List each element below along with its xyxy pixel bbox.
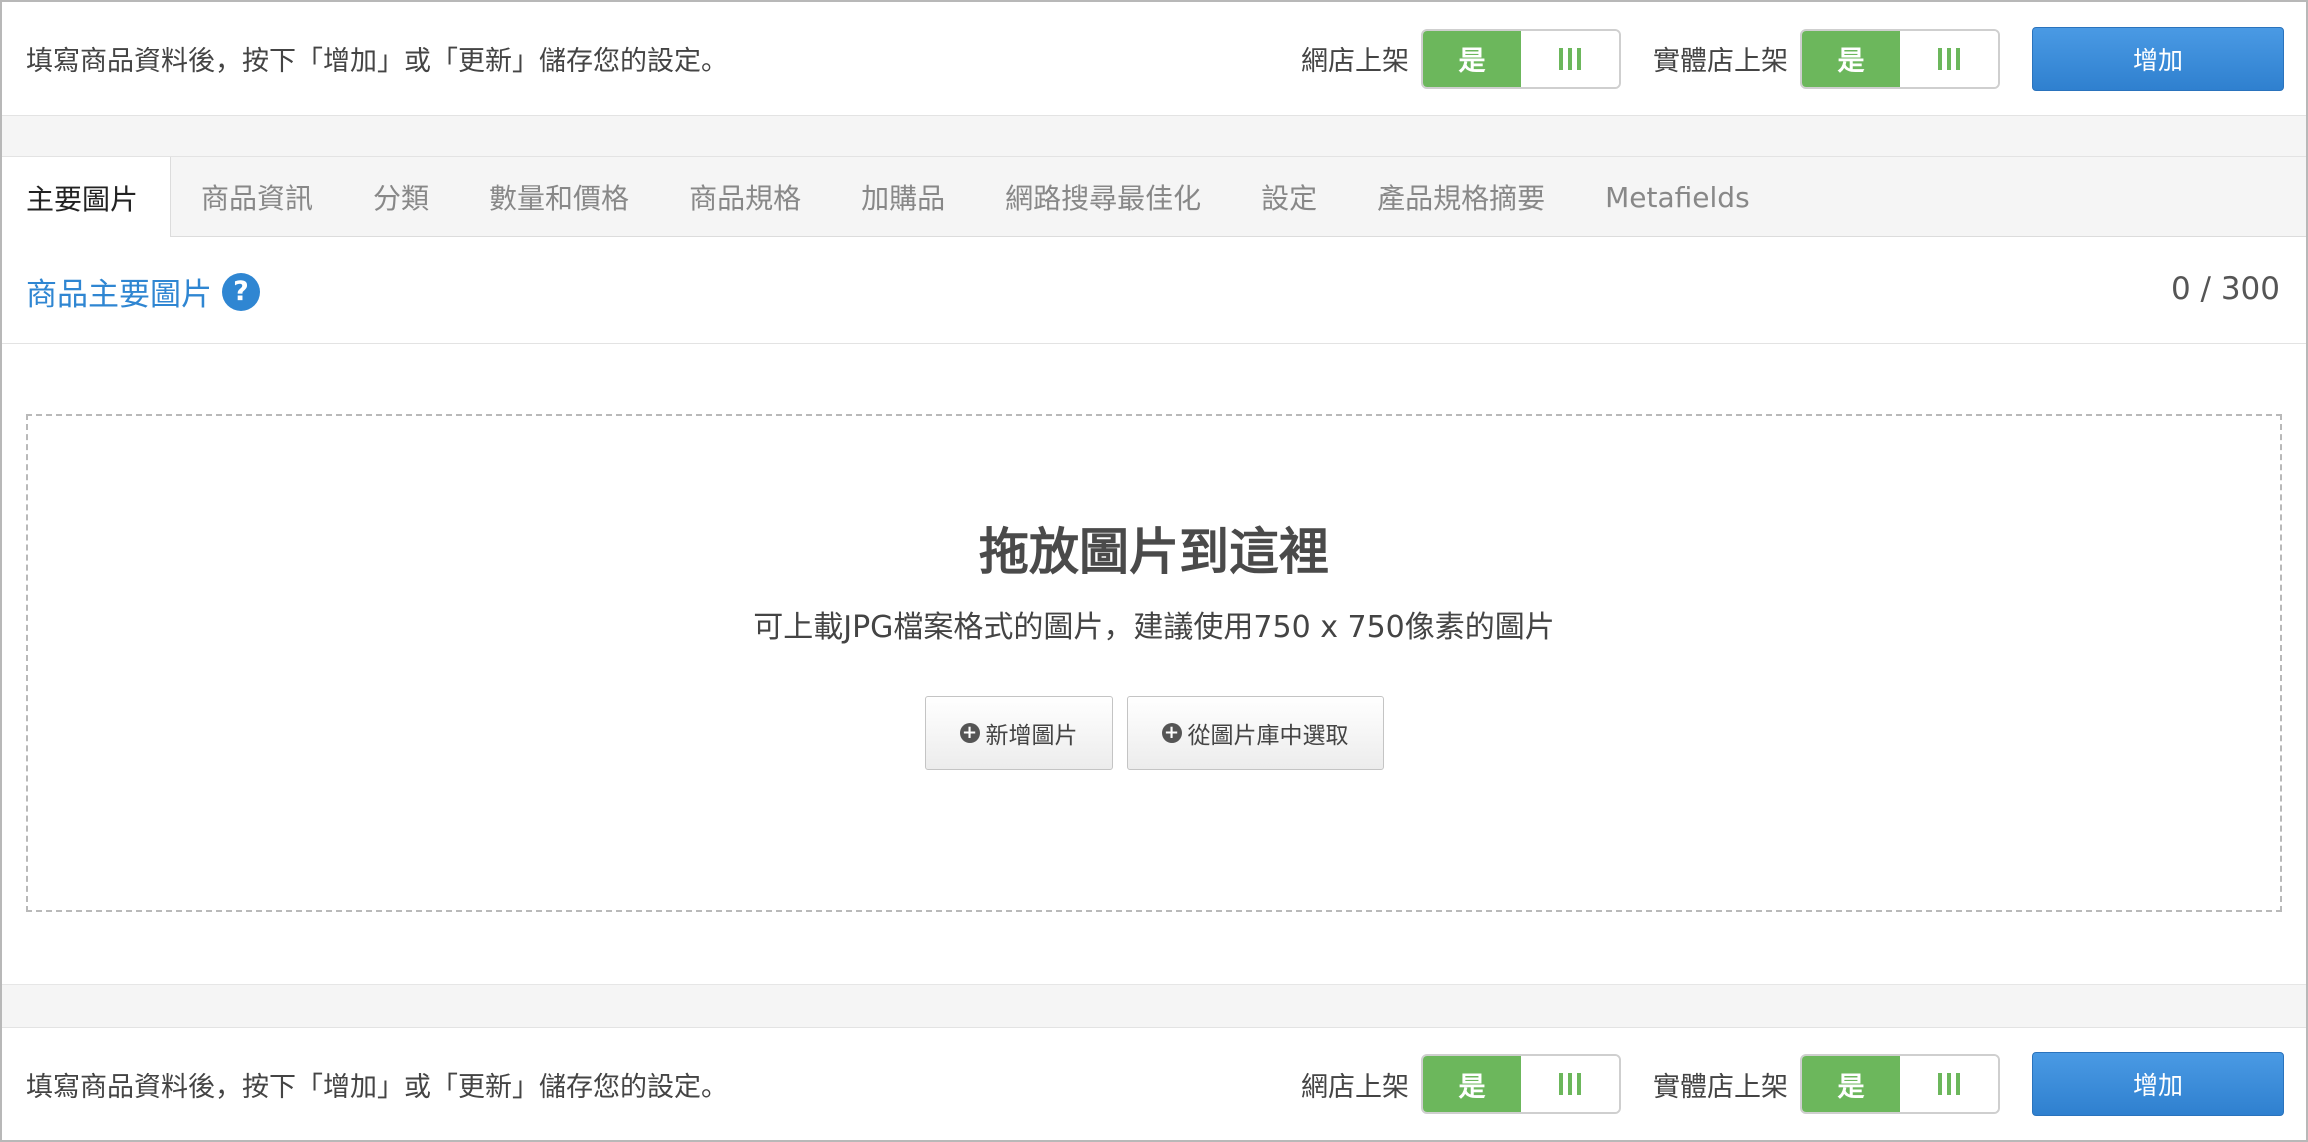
tab-quantity-price[interactable]: 數量和價格 [459, 157, 659, 237]
online-store-toggle[interactable]: 是 [1421, 1054, 1621, 1114]
choose-from-gallery-button[interactable]: + 從圖片庫中選取 [1126, 696, 1384, 770]
grip-bars-icon [1938, 1073, 1960, 1095]
choose-from-gallery-label: 從圖片庫中選取 [1187, 723, 1349, 749]
toggle-on-label[interactable]: 是 [1802, 1056, 1900, 1112]
top-action-bar: 填寫商品資料後，按下「增加」或「更新」儲存您的設定。 網店上架 是 實體店上架 … [2, 2, 2306, 116]
dropzone-subtitle: 可上載JPG檔案格式的圖片，建議使用750 x 750像素的圖片 [753, 610, 1555, 645]
retail-store-label: 實體店上架 [1653, 46, 1788, 77]
tab-metafields[interactable]: Metafields [1575, 157, 1780, 237]
online-store-label: 網店上架 [1301, 46, 1409, 77]
dropzone-buttons: + 新增圖片 + 從圖片庫中選取 [28, 696, 2280, 770]
retail-store-toggle[interactable]: 是 [1800, 28, 2000, 89]
online-store-toggle-group: 網店上架 是 [1301, 28, 1621, 89]
retail-store-toggle-group: 實體店上架 是 [1653, 28, 2000, 89]
toggle-on-label[interactable]: 是 [1802, 30, 1900, 87]
add-button[interactable]: 增加 [2032, 26, 2284, 91]
image-dropzone[interactable]: 拖放圖片到這裡 可上載JPG檔案格式的圖片，建議使用750 x 750像素的圖片… [26, 414, 2282, 912]
panel-title: 商品主要圖片 [26, 277, 212, 313]
save-hint-text: 填寫商品資料後，按下「增加」或「更新」儲存您的設定。 [26, 46, 728, 77]
bottom-action-bar: 填寫商品資料後，按下「增加」或「更新」儲存您的設定。 網店上架 是 實體店上架 … [2, 1027, 2306, 1140]
tab-categories[interactable]: 分類 [343, 157, 459, 237]
spacer-strip [2, 116, 2306, 157]
grip-bars-icon [1559, 47, 1581, 70]
tab-variants[interactable]: 商品規格 [659, 157, 831, 237]
tab-main-images[interactable]: 主要圖片 [2, 157, 172, 238]
tab-spec-summary[interactable]: 產品規格摘要 [1347, 157, 1575, 237]
plus-circle-icon: + [1161, 723, 1182, 743]
online-store-toggle-group: 網店上架 是 [1301, 1054, 1621, 1114]
online-store-toggle[interactable]: 是 [1421, 28, 1621, 89]
image-counter: 0 / 300 [2170, 271, 2280, 307]
add-image-button[interactable]: + 新增圖片 [924, 696, 1113, 770]
grip-bars-icon [1938, 47, 1960, 70]
add-image-label: 新增圖片 [985, 723, 1078, 749]
toggle-on-label[interactable]: 是 [1423, 1056, 1521, 1112]
toggle-off-handle[interactable] [1521, 30, 1619, 87]
retail-store-label: 實體店上架 [1653, 1071, 1788, 1103]
toggle-off-handle[interactable] [1521, 1056, 1619, 1112]
online-store-label: 網店上架 [1301, 1071, 1409, 1103]
save-hint-text: 填寫商品資料後，按下「增加」或「更新」儲存您的設定。 [26, 1071, 728, 1103]
retail-store-toggle-group: 實體店上架 是 [1653, 1054, 2000, 1114]
panel-title-row: 商品主要圖片 ? [26, 269, 260, 314]
dropzone-title: 拖放圖片到這裡 [979, 523, 1329, 581]
grip-bars-icon [1559, 1073, 1581, 1095]
retail-store-toggle[interactable]: 是 [1800, 1054, 2000, 1114]
toggle-off-handle[interactable] [1900, 30, 1998, 87]
spacer-strip [2, 984, 2306, 1027]
tab-seo[interactable]: 網路搜尋最佳化 [975, 157, 1231, 237]
question-circle-icon[interactable]: ? [222, 272, 260, 311]
tab-bar: 主要圖片 商品資訊 分類 數量和價格 商品規格 加購品 網路搜尋最佳化 設定 產… [2, 156, 2306, 238]
plus-circle-icon: + [959, 723, 980, 743]
add-button[interactable]: 增加 [2032, 1052, 2284, 1116]
tab-product-info[interactable]: 商品資訊 [171, 157, 343, 237]
toggle-on-label[interactable]: 是 [1423, 30, 1521, 87]
panel-header: 商品主要圖片 ? 0 / 300 [2, 237, 2306, 344]
tab-settings[interactable]: 設定 [1231, 157, 1347, 237]
tab-add-on-items[interactable]: 加購品 [831, 157, 975, 237]
toggle-off-handle[interactable] [1900, 1056, 1998, 1112]
